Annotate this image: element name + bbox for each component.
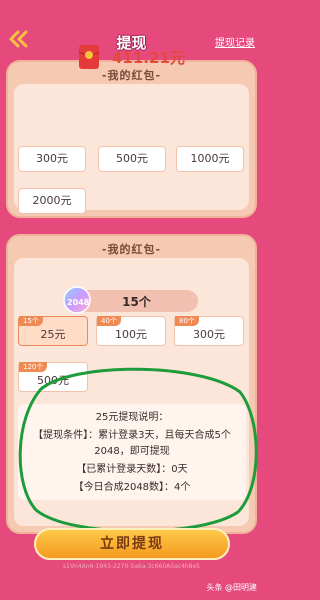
- tier-badge: 15个: [19, 316, 43, 326]
- amount-option-1000[interactable]: 1000元: [176, 146, 244, 172]
- tier-option-300[interactable]: 80个 300元: [174, 316, 244, 346]
- tier-value: 300元: [193, 328, 225, 341]
- coin-count: 15个: [122, 295, 151, 309]
- amount-option-300[interactable]: 300元: [18, 146, 86, 172]
- explanation-condition-line2: 2048，即可提现: [94, 446, 170, 457]
- balance-row: 411.21元: [78, 44, 185, 70]
- tier-badge: 40个: [97, 316, 121, 326]
- amount-option-2000[interactable]: 2000元: [18, 188, 86, 214]
- coin-count-row: 15个 2048: [63, 286, 198, 314]
- tier-badge: 120个: [19, 362, 48, 372]
- tier-value: 500元: [37, 374, 69, 387]
- footer-code: s1Vn4An6-1943-2270-5a6a-3c660A0ac4h8e5: [63, 563, 200, 570]
- card-title: -我的红包-: [101, 243, 162, 256]
- explanation-today-merge: 【今日合成2048数】：4个: [73, 482, 191, 493]
- tier-option-500[interactable]: 120个 500元: [18, 362, 88, 392]
- explanation-login-days: 【已累计登录天数】：0天: [76, 464, 188, 475]
- tier-badge: 80个: [175, 316, 199, 326]
- withdraw-now-button[interactable]: 立即提现: [34, 528, 230, 560]
- coin-count-bar: 15个: [75, 290, 198, 312]
- red-envelope-icon: [78, 45, 100, 69]
- tier-value: 25元: [40, 328, 66, 341]
- coin-label: 2048: [67, 298, 90, 307]
- explanation-heading: 25元提现说明：: [95, 412, 169, 423]
- amount-option-500[interactable]: 500元: [98, 146, 166, 172]
- tier-option-100[interactable]: 40个 100元: [96, 316, 166, 346]
- withdraw-records-link[interactable]: 提现记录: [215, 34, 255, 49]
- balance-value: 411.21元: [112, 48, 185, 67]
- watermark: 头条 @田明建: [206, 583, 257, 592]
- withdraw-explanation-box: 25元提现说明： 【提现条件】：累计登录3天，且每天合成5个 2048，即可提现…: [18, 404, 246, 500]
- explanation-condition-line1: 【提现条件】：累计登录3天，且每天合成5个: [33, 430, 231, 441]
- tier-value: 100元: [115, 328, 147, 341]
- tier-option-25[interactable]: 15个 25元: [18, 316, 88, 346]
